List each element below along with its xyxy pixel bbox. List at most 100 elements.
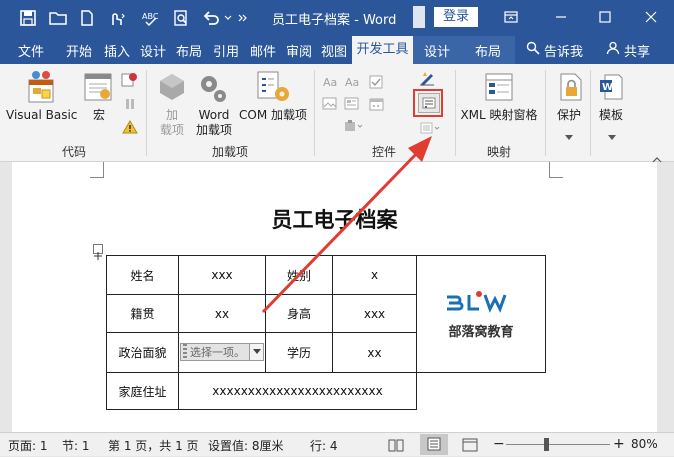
ribbon-display-options-icon[interactable] [498, 6, 524, 28]
control-handle-icon[interactable] [183, 343, 187, 360]
status-position[interactable]: 设置值: 8厘米 [208, 437, 284, 454]
template-icon: W [598, 72, 624, 106]
zoom-in-icon[interactable]: + [613, 436, 625, 452]
addins-button-line2[interactable]: 载项 [158, 123, 186, 138]
xml-mapping-button[interactable]: XML 映射窗格 [458, 108, 540, 123]
politics-combo-box[interactable]: 选择一项。 [180, 342, 264, 361]
combo-box-placeholder[interactable]: 选择一项。 [190, 344, 249, 360]
legacy-tools-icon[interactable] [344, 118, 364, 137]
design-mode-icon[interactable] [419, 70, 435, 90]
tab-review[interactable]: 审阅 [286, 41, 312, 60]
table-cell-origin-label[interactable]: 籍贯 [106, 294, 179, 333]
share-button[interactable]: 共享 [624, 41, 650, 60]
tell-me-search[interactable]: 告诉我 [544, 41, 583, 60]
print-preview-icon[interactable] [170, 7, 192, 29]
template-button[interactable]: 模板 [596, 108, 626, 123]
record-macro-icon[interactable] [121, 72, 139, 92]
maximize-icon[interactable] [592, 6, 618, 28]
status-line[interactable]: 行: 4 [310, 437, 338, 454]
pause-recording-icon[interactable] [123, 96, 137, 115]
word-addins-button-line2[interactable]: 加载项 [192, 123, 236, 138]
table-cell-address-label[interactable]: 家庭住址 [106, 372, 179, 410]
zoom-slider-thumb[interactable] [544, 438, 549, 451]
ribbon-developer: Visual Basic 宏 代码 加 载项 Word 加载项 COM 加载项 … [0, 64, 674, 163]
date-picker-control-icon[interactable] [369, 96, 385, 115]
table-cell-gender-value[interactable]: x [332, 255, 417, 295]
picture-control-icon[interactable] [322, 96, 338, 115]
status-section[interactable]: 节: 1 [62, 437, 90, 454]
minimize-icon[interactable] [548, 6, 574, 28]
print-layout-icon[interactable] [420, 434, 448, 455]
table-cell-gender-label[interactable]: 姓别 [265, 255, 333, 295]
table-cell-height-label[interactable]: 身高 [265, 294, 333, 333]
macros-button[interactable]: 宏 [86, 108, 112, 123]
undo-dropdown-icon[interactable] [222, 7, 234, 29]
table-cell-height-value[interactable]: xxx [332, 294, 417, 333]
template-dropdown-icon[interactable] [608, 125, 616, 144]
more-commands-icon[interactable] [236, 7, 250, 29]
table-cell-name-value[interactable]: xxx [178, 255, 266, 295]
table-cell-empty [417, 373, 546, 410]
tab-references[interactable]: 引用 [213, 41, 239, 60]
status-page[interactable]: 页面: 1 [8, 437, 48, 454]
zoom-slider-track[interactable] [506, 444, 610, 445]
building-block-control-icon[interactable] [344, 96, 360, 115]
highlight-box [413, 89, 443, 117]
table-cell-politics-label[interactable]: 政治面貌 [106, 332, 179, 373]
check-box-control-icon[interactable] [369, 74, 385, 93]
com-addins-button[interactable]: COM 加载项 [236, 108, 310, 123]
chevron-down-icon[interactable] [249, 343, 263, 360]
login-button[interactable]: 登录 [434, 7, 478, 27]
protect-dropdown-icon[interactable] [565, 125, 573, 144]
protect-document-icon [558, 72, 584, 106]
tell-me-icon[interactable] [526, 41, 540, 57]
addins-button-line1[interactable]: 加 [158, 108, 186, 123]
group-separator [314, 70, 315, 156]
read-mode-icon[interactable] [388, 438, 404, 455]
tab-design[interactable]: 设计 [140, 41, 166, 60]
table-cell-logo[interactable]: 部落窝教育 [416, 255, 546, 373]
tab-table-layout[interactable]: 布局 [475, 41, 501, 60]
save-icon[interactable] [16, 7, 40, 29]
protect-button[interactable]: 保护 [554, 108, 584, 123]
rich-text-control-icon[interactable]: Aa [322, 74, 338, 93]
tab-file[interactable]: 文件 [18, 41, 44, 60]
tab-table-design[interactable]: 设计 [424, 41, 450, 60]
table-cell-politics-value[interactable]: 选择一项。 [178, 332, 266, 373]
tab-home[interactable]: 开始 [66, 41, 92, 60]
undo-icon[interactable] [200, 7, 222, 29]
close-icon[interactable] [638, 6, 664, 28]
svg-text:Aa: Aa [323, 76, 337, 89]
group-label-addins: 加载项 [212, 145, 249, 159]
blw-logo: 部落窝教育 [417, 289, 545, 340]
table-cell-origin-value[interactable]: xx [178, 294, 266, 333]
zoom-level[interactable]: 80% [631, 437, 658, 451]
macro-security-icon[interactable] [122, 119, 138, 138]
touch-mode-icon[interactable] [104, 7, 130, 29]
spelling-check-icon[interactable]: ABC [140, 7, 162, 29]
tab-mailings[interactable]: 邮件 [250, 41, 276, 60]
plain-text-control-icon[interactable]: Aa [344, 74, 360, 93]
ribbon-tab-bar: 文件 开始 插入 设计 布局 引用 邮件 审阅 视图 开发工具 设计 布局 告诉… [0, 36, 674, 64]
tab-layout[interactable]: 布局 [176, 41, 202, 60]
status-page-count[interactable]: 第 1 页，共 1 页 [108, 437, 199, 454]
svg-text:ABC: ABC [142, 12, 159, 21]
visual-basic-button[interactable]: Visual Basic [6, 108, 77, 123]
table-cell-edu-value[interactable]: xx [332, 332, 417, 373]
group-control-icon[interactable] [420, 120, 442, 139]
document-page[interactable]: 员工电子档案 姓名 xxx 姓别 x 部落窝教育 籍贯 xx 身高 xxx 政治… [12, 162, 657, 432]
web-layout-icon[interactable] [462, 438, 478, 455]
new-document-icon[interactable] [76, 7, 98, 29]
open-folder-icon[interactable] [46, 7, 70, 29]
tab-developer[interactable]: 开发工具 [352, 36, 413, 64]
word-addins-button-line1[interactable]: Word [194, 108, 234, 123]
tab-insert[interactable]: 插入 [104, 41, 130, 60]
table-move-handle-icon[interactable] [93, 244, 103, 260]
table-cell-address-value[interactable]: xxxxxxxxxxxxxxxxxxxxxxxx [178, 372, 417, 410]
table-cell-edu-label[interactable]: 学历 [265, 332, 333, 373]
share-icon[interactable] [606, 41, 620, 57]
table-cell-name-label[interactable]: 姓名 [106, 255, 179, 295]
tab-view[interactable]: 视图 [321, 41, 347, 60]
macros-icon [84, 72, 112, 106]
zoom-out-icon[interactable]: − [493, 436, 505, 452]
